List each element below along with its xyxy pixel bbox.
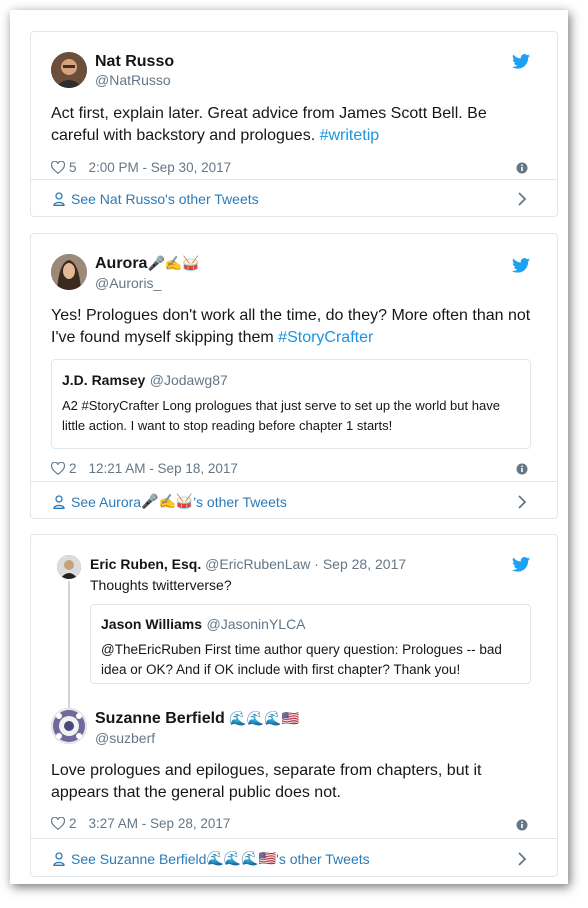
author-handle[interactable]: @suzberf (95, 730, 155, 746)
tweet-card-nat-russo: Nat Russo @NatRusso Act first, explain l… (30, 31, 558, 217)
heart-icon[interactable] (51, 462, 65, 475)
author-handle[interactable]: @Auroris_ (95, 275, 161, 291)
twitter-bird-icon[interactable] (512, 258, 530, 273)
parent-author-handle[interactable]: @EricRubenLaw (205, 556, 310, 572)
author-name[interactable]: Suzanne Berfield 🌊🌊🌊🇺🇸 (95, 710, 299, 728)
tweet-body: Act first, explain later. Great advice f… (51, 105, 487, 144)
see-other-tweets-suffix: 's other Tweets (193, 493, 287, 510)
see-other-tweets-emoji: 🌊🌊🌊🇺🇸 (206, 850, 277, 866)
author-name-emoji: 🎤✍🥁 (147, 255, 200, 271)
see-other-tweets-label: See Nat Russo's other Tweets (71, 191, 259, 207)
person-icon (53, 192, 65, 206)
see-other-tweets-link[interactable]: See Suzanne Berfield 🌊🌊🌊🇺🇸's other Tweet… (53, 850, 370, 867)
tweet-text: Yes! Prologues don't work all the time, … (51, 305, 539, 349)
avatar[interactable] (51, 708, 87, 744)
tweet-meta: 5 2:00 PM - Sep 30, 2017 (51, 160, 231, 175)
timestamp[interactable]: 3:27 AM - Sep 28, 2017 (89, 816, 231, 831)
author-name[interactable]: Nat Russo (95, 53, 174, 71)
info-icon[interactable] (516, 463, 528, 475)
see-other-tweets-suffix: 's other Tweets (276, 850, 370, 867)
quoted-author-name: Jason Williams (101, 616, 203, 632)
tweet-card-aurora: Aurora🎤✍🥁 @Auroris_ Yes! Prologues don't… (30, 233, 558, 519)
avatar[interactable] (51, 254, 87, 290)
twitter-bird-icon[interactable] (512, 54, 530, 69)
see-other-tweets-link[interactable]: See Nat Russo's other Tweets (53, 191, 259, 207)
author-name-emoji: 🌊🌊🌊🇺🇸 (229, 710, 299, 726)
divider (31, 179, 557, 180)
info-icon[interactable] (516, 819, 528, 831)
person-icon (53, 494, 65, 509)
see-other-tweets-link[interactable]: See Aurora 🎤✍🥁's other Tweets (53, 493, 287, 510)
author-name-text: Suzanne Berfield (95, 710, 225, 727)
quoted-author-handle: @JasoninYLCA (206, 616, 306, 632)
like-count[interactable]: 2 (69, 816, 77, 831)
hashtag-link[interactable]: #writetip (320, 127, 380, 144)
parent-date[interactable]: · Sep 28, 2017 (314, 556, 406, 572)
quoted-author-name: J.D. Ramsey (62, 372, 146, 388)
like-count[interactable]: 5 (69, 160, 77, 175)
tweet-meta: 2 12:21 AM - Sep 18, 2017 (51, 461, 238, 476)
timestamp[interactable]: 2:00 PM - Sep 30, 2017 (89, 160, 232, 175)
tweet-card-suzanne-berfield: Eric Ruben, Esq. @EricRubenLaw · Sep 28,… (30, 534, 558, 877)
divider (31, 481, 557, 482)
parent-text: Thoughts twitterverse? (90, 577, 232, 593)
quoted-text: @TheEricRuben First time author query qu… (101, 642, 502, 677)
parent-author-name[interactable]: Eric Ruben, Esq. (90, 556, 201, 572)
screenshot-frame: Nat Russo @NatRusso Act first, explain l… (10, 10, 568, 884)
twitter-bird-icon[interactable] (512, 557, 530, 572)
author-handle[interactable]: @NatRusso (95, 72, 171, 88)
divider (31, 838, 557, 839)
hashtag-link[interactable]: #StoryCrafter (278, 329, 373, 346)
parent-quoted-tweet[interactable]: Jason Williams @JasoninYLCA @TheEricRube… (90, 604, 531, 684)
see-other-tweets-emoji: 🎤✍🥁 (141, 493, 194, 509)
quoted-tweet[interactable]: J.D. Ramsey @Jodawg87 A2 #StoryCrafter L… (51, 359, 531, 449)
chevron-right-icon[interactable] (517, 192, 527, 206)
parent-header: Eric Ruben, Esq. @EricRubenLaw · Sep 28,… (90, 556, 406, 572)
person-icon (53, 851, 65, 866)
chevron-right-icon[interactable] (517, 495, 527, 509)
like-count[interactable]: 2 (69, 461, 77, 476)
avatar[interactable] (51, 52, 87, 88)
tweet-text: Love prologues and epilogues, separate f… (51, 762, 482, 801)
info-icon[interactable] (516, 162, 528, 174)
author-name[interactable]: Aurora🎤✍🥁 (95, 255, 200, 273)
author-name-text: Aurora (95, 255, 148, 272)
heart-icon[interactable] (51, 817, 65, 830)
quoted-text: A2 #StoryCrafter Long prologues that jus… (62, 398, 500, 433)
tweet-text: Act first, explain later. Great advice f… (51, 103, 531, 147)
quoted-author-handle: @Jodawg87 (149, 372, 228, 388)
see-other-tweets-prefix: See Suzanne Berfield (71, 850, 207, 867)
see-other-tweets-prefix: See Aurora (71, 493, 142, 510)
heart-icon[interactable] (51, 161, 65, 174)
thread-line (68, 581, 70, 711)
tweet-meta: 2 3:27 AM - Sep 28, 2017 (51, 816, 230, 831)
chevron-right-icon[interactable] (517, 852, 527, 866)
parent-avatar[interactable] (57, 555, 81, 579)
timestamp[interactable]: 12:21 AM - Sep 18, 2017 (89, 461, 238, 476)
